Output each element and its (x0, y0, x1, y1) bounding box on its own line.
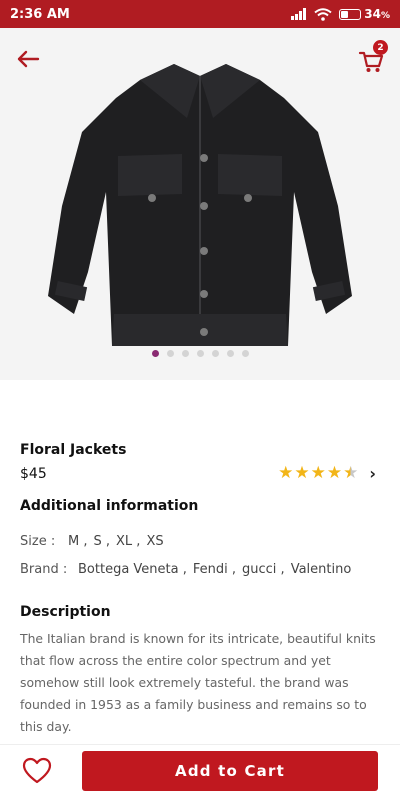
carousel-dots (0, 350, 400, 357)
status-icons: 34% (291, 7, 390, 21)
chevron-right-icon: › (369, 464, 376, 483)
carousel-dot[interactable] (151, 350, 159, 357)
wishlist-button[interactable] (22, 757, 54, 787)
brand-values: Bottega Veneta , Fendi , gucci , Valentino (78, 562, 357, 577)
description-text: The Italian brand is known for its intri… (20, 631, 376, 734)
size-option: XS (146, 534, 164, 549)
rating-stars: ★ ★ ★ ★ ★ (278, 465, 358, 482)
cart-count-badge: 2 (373, 40, 388, 55)
product-details-sheet: Floral Jackets $45 ★ ★ ★ ★ ★ › Additional in… (0, 392, 400, 744)
size-values: M , S , XL , XS (68, 534, 170, 549)
status-time: 2:36 AM (10, 6, 70, 22)
star-icon: ★ (278, 463, 294, 483)
size-option: M , (68, 534, 88, 549)
star-icon: ★ (294, 463, 310, 483)
cart-button[interactable]: 2 (358, 40, 388, 72)
carousel-dot[interactable] (196, 350, 204, 357)
jacket-product-image[interactable] (22, 46, 378, 362)
product-price: $45 (20, 466, 47, 482)
heart-outline-icon (22, 757, 52, 784)
size-option: XL , (116, 534, 141, 549)
brand-name: Bottega Veneta , (78, 562, 187, 577)
carousel-dot[interactable] (181, 350, 189, 357)
status-bar: 2:36 AM 34% (0, 0, 400, 28)
signal-icon (291, 8, 307, 20)
arrow-left-icon (17, 50, 40, 68)
size-row: Size : M , S , XL , XS (20, 534, 170, 549)
rating-reviews-link[interactable]: ★ ★ ★ ★ ★ › (278, 464, 376, 483)
bottom-action-bar: Add to Cart (0, 744, 400, 800)
star-icon: ★ (343, 463, 359, 483)
size-option: S , (93, 534, 111, 549)
additional-info-title: Additional information (20, 498, 199, 514)
size-label: Size : (20, 534, 56, 549)
brand-name: Valentino (290, 562, 352, 577)
brand-label: Brand : (20, 562, 68, 577)
brand-name: gucci , (242, 562, 285, 577)
product-gallery: 2 (0, 28, 400, 380)
add-to-cart-button[interactable]: Add to Cart (82, 751, 378, 791)
battery-unit: % (380, 11, 390, 21)
brand-name: Fendi , (192, 562, 237, 577)
carousel-dot[interactable] (211, 350, 219, 357)
carousel-dot[interactable] (166, 350, 174, 357)
description-title: Description (20, 604, 111, 620)
back-button[interactable] (16, 46, 46, 72)
star-icon: ★ (326, 463, 343, 483)
battery-icon (339, 8, 362, 20)
brand-row: Brand : Bottega Veneta , Fendi , gucci , Va… (20, 562, 357, 577)
star-icon: ★ (310, 463, 326, 483)
battery-percent: 34 (364, 7, 381, 21)
carousel-dot[interactable] (241, 350, 249, 357)
product-name: Floral Jackets (20, 442, 127, 458)
battery-indicator: 34% (339, 7, 390, 21)
wifi-icon (314, 7, 332, 21)
carousel-dot[interactable] (226, 350, 234, 357)
